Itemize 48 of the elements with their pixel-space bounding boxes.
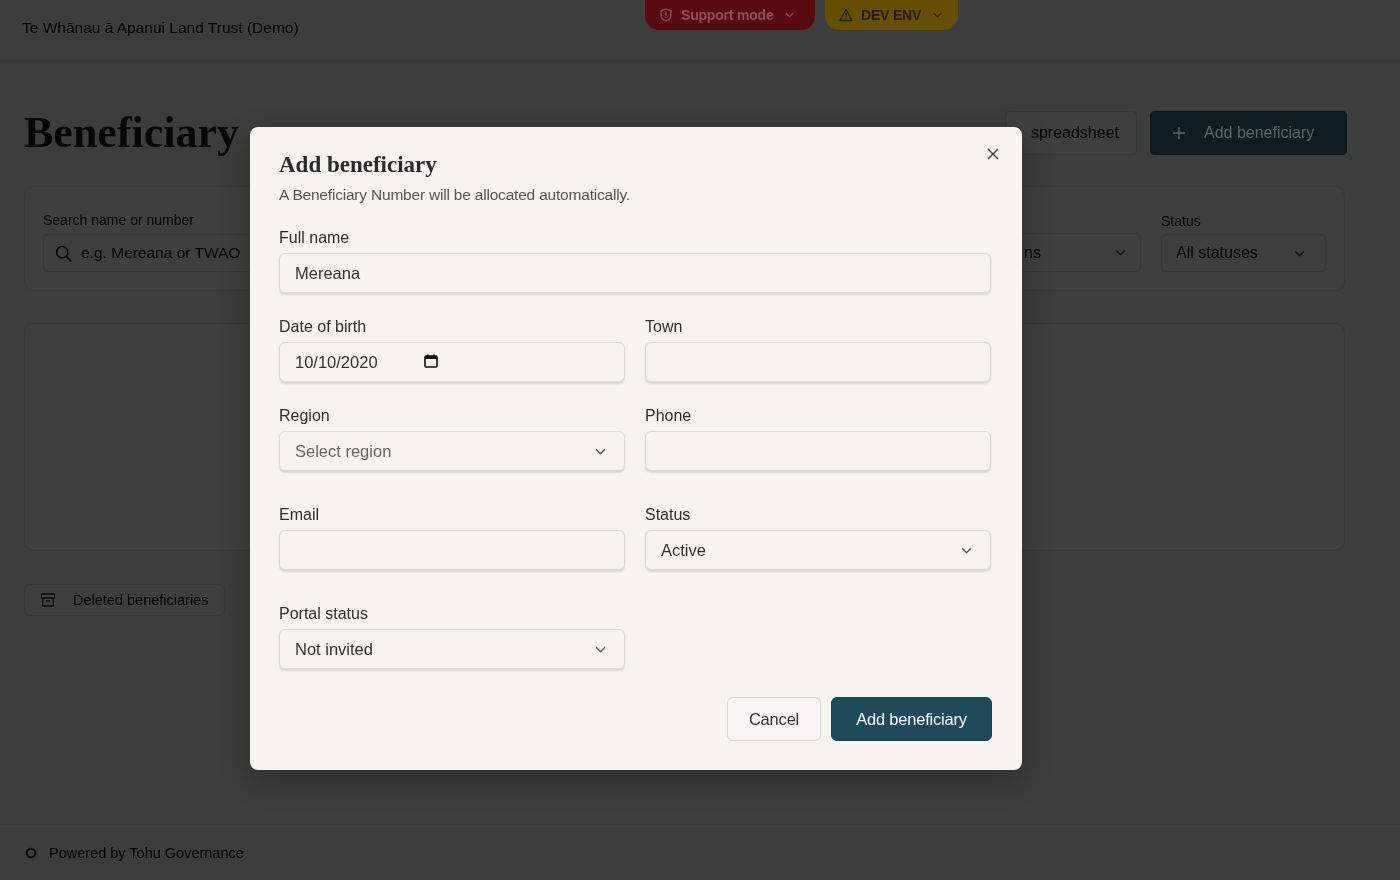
select-dropdown[interactable]: Select region bbox=[279, 431, 625, 471]
text-input[interactable]: Mereana bbox=[279, 253, 991, 293]
chevron-icon bbox=[595, 645, 606, 653]
footer-text: Powered by Tohu Governance bbox=[49, 844, 244, 861]
deleted-beneficiaries-button[interactable]: Deleted beneficiaries bbox=[24, 584, 225, 616]
dialog-title: Add beneficiary bbox=[279, 151, 438, 179]
caret-icon bbox=[933, 12, 943, 18]
select-dropdown[interactable]: Active bbox=[645, 530, 991, 570]
close-button[interactable] bbox=[987, 148, 999, 160]
environment-button[interactable]: DEV ENV bbox=[825, 0, 958, 30]
cancel-button[interactable]: Cancel bbox=[727, 697, 821, 741]
ring-icon bbox=[25, 846, 37, 859]
shield-icon bbox=[659, 8, 673, 22]
spreadsheet-button[interactable]: spreadsheet bbox=[1005, 110, 1137, 155]
date-input[interactable]: 10/10/2020 bbox=[279, 342, 625, 382]
field-label: Town bbox=[645, 317, 684, 337]
field-label: Phone bbox=[645, 406, 693, 426]
field-label: Email bbox=[279, 505, 320, 525]
text-input[interactable] bbox=[279, 530, 625, 570]
chevron-icon bbox=[595, 447, 606, 455]
search-field[interactable]: e.g. Mereana or TWAO bbox=[43, 234, 250, 272]
submit-button[interactable]: Add beneficiary bbox=[831, 697, 992, 741]
select-dropdown[interactable]: Not invited bbox=[279, 629, 625, 669]
calendar-icon bbox=[423, 353, 438, 368]
dialog-subtitle: A Beneficiary Number will be allocated automatically. bbox=[279, 185, 631, 205]
chevron-icon bbox=[961, 546, 972, 554]
field-label: Portal status bbox=[279, 604, 369, 624]
field-label: Status bbox=[645, 505, 692, 525]
text-input[interactable] bbox=[645, 342, 991, 382]
filter-label: Status bbox=[1161, 213, 1201, 229]
chevron-icon bbox=[1115, 249, 1126, 257]
chevron-icon bbox=[1294, 249, 1305, 257]
field-label: Region bbox=[279, 406, 331, 426]
search-icon bbox=[55, 244, 72, 262]
warning-icon bbox=[839, 8, 853, 22]
caret-icon bbox=[785, 12, 795, 18]
filter-dropdown[interactable]: All statuses bbox=[1161, 234, 1326, 272]
plus-icon bbox=[1172, 125, 1186, 140]
close-icon bbox=[987, 148, 999, 160]
page-title: Beneficiary bbox=[24, 109, 240, 156]
field-label: Full name bbox=[279, 228, 351, 248]
support-mode-button[interactable]: Support mode bbox=[645, 0, 815, 30]
archive-icon bbox=[40, 592, 56, 608]
add-button[interactable]: Add beneficiary bbox=[1150, 110, 1347, 155]
text-input[interactable] bbox=[645, 431, 991, 471]
field-label: Date of birth bbox=[279, 317, 368, 337]
org-name: Te Whānau ā Apanui Land Trust (Demo) bbox=[22, 18, 299, 37]
search-label: Search name or number bbox=[43, 212, 195, 228]
